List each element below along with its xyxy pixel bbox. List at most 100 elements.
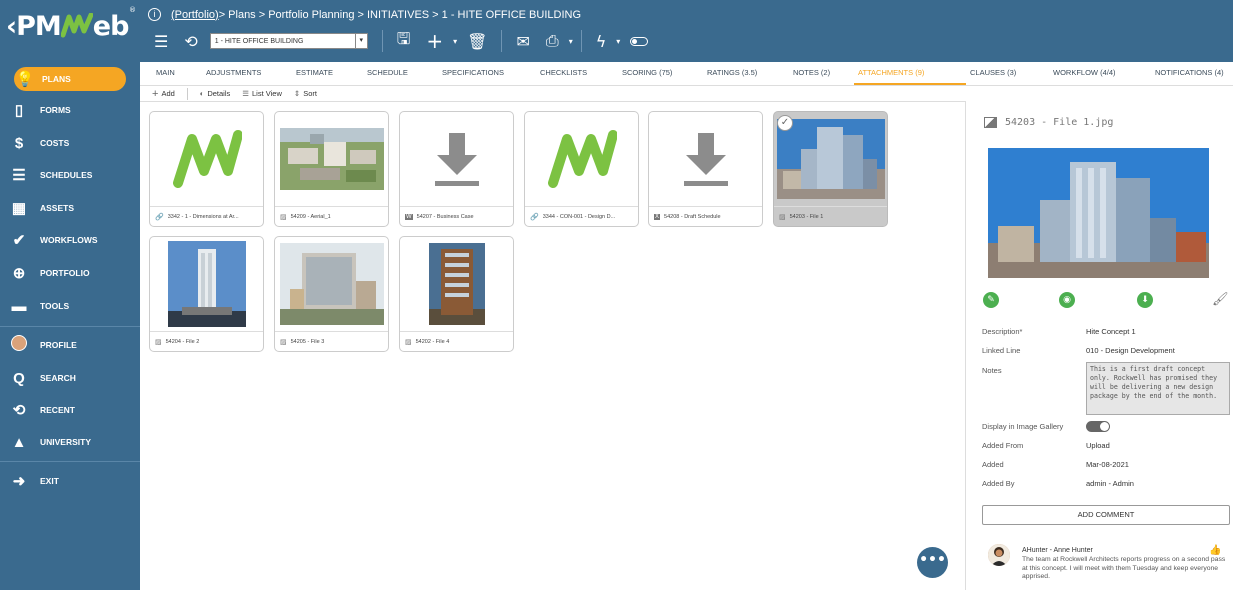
- details-toggle[interactable]: ◐ Details: [200, 89, 230, 98]
- tab-attachments[interactable]: ATTACHMENTS (9): [858, 68, 924, 77]
- tab-workflow[interactable]: WORKFLOW (4/4): [1053, 68, 1116, 77]
- search-icon: Q: [13, 369, 25, 387]
- email-icon[interactable]: ✉: [516, 32, 529, 51]
- notes-field[interactable]: This is a first draft concept only. Rock…: [1086, 362, 1230, 415]
- pmweb-logo[interactable]: ‹PM eb ®: [6, 6, 136, 46]
- info-icon[interactable]: i: [148, 8, 161, 21]
- nav-label: ASSETS: [40, 203, 75, 213]
- nav-assets[interactable]: ▦ ASSETS: [0, 193, 140, 223]
- history-icon[interactable]: ⟲: [184, 32, 197, 51]
- attachment-card[interactable]: ▨ 54209 - Aerial_1: [274, 111, 389, 227]
- attachment-card[interactable]: ▨ 54204 - File 2: [149, 236, 264, 352]
- nav-costs[interactable]: $ COSTS: [0, 128, 140, 158]
- notes-label: Notes: [982, 366, 1002, 375]
- attachment-card[interactable]: 🔗 3344 - CON-001 - Design D...: [524, 111, 639, 227]
- add-comment-button[interactable]: ADD COMMENT: [982, 505, 1230, 525]
- tab-scoring[interactable]: SCORING (75): [622, 68, 672, 77]
- image-icon: ▨: [155, 338, 162, 346]
- nav-schedules[interactable]: ☰ SCHEDULES: [0, 160, 140, 190]
- detail-panel: 54203 - File 1.jpg ✎ ◉ ⬇ 🖌 Description* …: [965, 101, 1233, 590]
- nav-portfolio[interactable]: ⊕ PORTFOLIO: [0, 258, 140, 288]
- image-icon: ▨: [280, 338, 287, 346]
- detail-preview-image[interactable]: [988, 148, 1209, 278]
- sort-button[interactable]: ⇕ Sort: [294, 89, 317, 98]
- tab-specifications[interactable]: SPECIFICATIONS: [442, 68, 504, 77]
- attachment-card[interactable]: W 54207 - Business Case: [399, 111, 514, 227]
- thumbs-up-icon[interactable]: 👍: [1209, 545, 1221, 556]
- attachment-caption: ▨ 54209 - Aerial_1: [275, 206, 388, 226]
- tab-main[interactable]: MAIN: [156, 68, 175, 77]
- project-select[interactable]: 1 - HITE OFFICE BUILDING ▾: [209, 33, 368, 49]
- nav-tools[interactable]: ▬ TOOLS: [0, 291, 140, 321]
- nav-workflows[interactable]: ✔ WORKFLOWS: [0, 225, 140, 255]
- nav-search[interactable]: Q SEARCH: [0, 363, 140, 393]
- list-view-button[interactable]: ☰ List View: [242, 89, 282, 98]
- nav-label: PLANS: [42, 74, 71, 84]
- toolbar: ☰ ⟲ 1 - HITE OFFICE BUILDING ▾ 🖫 + ▾ 🗑 ✉…: [140, 27, 700, 55]
- tab-notes[interactable]: NOTES (2): [793, 68, 830, 77]
- word-file-icon: W: [405, 213, 413, 220]
- dropdown-caret-icon[interactable]: ▾: [453, 37, 457, 46]
- nav-university[interactable]: ▲ UNIVERSITY: [0, 427, 140, 457]
- download-thumbnail: [400, 112, 513, 206]
- attachment-caption-text: 54202 - File 4: [415, 338, 450, 345]
- dropdown-caret-icon[interactable]: ▾: [569, 37, 573, 46]
- tab-ratings[interactable]: RATINGS (3.5): [707, 68, 757, 77]
- attachment-card[interactable]: 🔗 3342 - 1 - Dimensions at Ar...: [149, 111, 264, 227]
- attachment-caption: ▨ 54202 - File 4: [400, 331, 513, 351]
- briefcase-icon: ▬: [11, 297, 27, 315]
- attachment-card[interactable]: X 54208 - Draft Schedule: [648, 111, 763, 227]
- nav-plans[interactable]: 💡 PLANS: [14, 67, 126, 91]
- toolbar-divider: [580, 30, 582, 52]
- attachment-card[interactable]: ▨ 54205 - File 3: [274, 236, 389, 352]
- add-button[interactable]: + Add: [152, 88, 175, 100]
- nav-label: PROFILE: [40, 340, 77, 350]
- tab-bar: MAIN ADJUSTMENTS ESTIMATE SCHEDULE SPECI…: [140, 62, 1233, 86]
- download-icon[interactable]: ⬇: [1137, 292, 1153, 308]
- tab-estimate[interactable]: ESTIMATE: [296, 68, 333, 77]
- w-logo-mark: [60, 13, 93, 38]
- paint-brush-icon[interactable]: 🖌: [1212, 292, 1229, 308]
- lightning-icon[interactable]: ϟ: [596, 32, 607, 51]
- selected-check-icon[interactable]: ✓: [777, 115, 793, 131]
- gallery-toggle[interactable]: [1086, 421, 1110, 432]
- nav-label: EXIT: [40, 476, 59, 486]
- dropdown-caret-icon[interactable]: ▾: [616, 37, 620, 46]
- details-label: Details: [207, 89, 231, 98]
- more-actions-button[interactable]: •••: [917, 547, 948, 578]
- detail-title-text: 54203 - File 1.jpg: [1005, 117, 1114, 128]
- toggle-icon[interactable]: [630, 36, 649, 46]
- linked-line-label: Linked Line: [982, 346, 1021, 355]
- image-icon: [984, 117, 997, 128]
- nav-label: SCHEDULES: [40, 170, 93, 180]
- nav-exit[interactable]: ➜ EXIT: [0, 466, 140, 496]
- attachment-card-selected[interactable]: ✓ ▨ 54203 - File 1: [773, 111, 888, 227]
- toggle-icon: ◐: [199, 89, 205, 98]
- breadcrumb-portfolio-link[interactable]: (Portfolio): [171, 9, 219, 21]
- toolbar-divider: [381, 30, 383, 52]
- edit-icon[interactable]: ✎: [983, 292, 999, 308]
- tab-notifications[interactable]: NOTIFICATIONS (4): [1155, 68, 1224, 77]
- attachment-card[interactable]: ▨ 54202 - File 4: [399, 236, 514, 352]
- attachment-caption: ▨ 54205 - File 3: [275, 331, 388, 351]
- attachment-caption: W 54207 - Business Case: [400, 206, 513, 226]
- nav-forms[interactable]: ▯ FORMS: [0, 95, 140, 125]
- list-icon[interactable]: ☰: [154, 32, 168, 51]
- tab-adjustments[interactable]: ADJUSTMENTS: [206, 68, 261, 77]
- nav-profile[interactable]: PROFILE: [0, 330, 140, 360]
- nav-label: COSTS: [40, 138, 70, 148]
- tab-clauses[interactable]: CLAUSES (3): [970, 68, 1016, 77]
- action-bar: + Add ◐ Details ☰ List View ⇕ Sort: [140, 86, 965, 101]
- list-view-label: List View: [252, 89, 282, 98]
- image-icon: ▨: [779, 213, 786, 221]
- add-icon[interactable]: +: [426, 29, 443, 53]
- tab-schedule[interactable]: SCHEDULE: [367, 68, 408, 77]
- attachment-caption-text: 54205 - File 3: [290, 338, 325, 345]
- added-from-value: Upload: [1086, 441, 1110, 450]
- nav-recent[interactable]: ⟲ RECENT: [0, 395, 140, 425]
- save-icon[interactable]: 🖫: [397, 28, 411, 55]
- trash-icon[interactable]: 🗑: [467, 32, 487, 51]
- print-icon[interactable]: ⎙: [546, 31, 559, 51]
- tab-checklists[interactable]: CHECKLISTS: [540, 68, 587, 77]
- view-icon[interactable]: ◉: [1059, 292, 1075, 308]
